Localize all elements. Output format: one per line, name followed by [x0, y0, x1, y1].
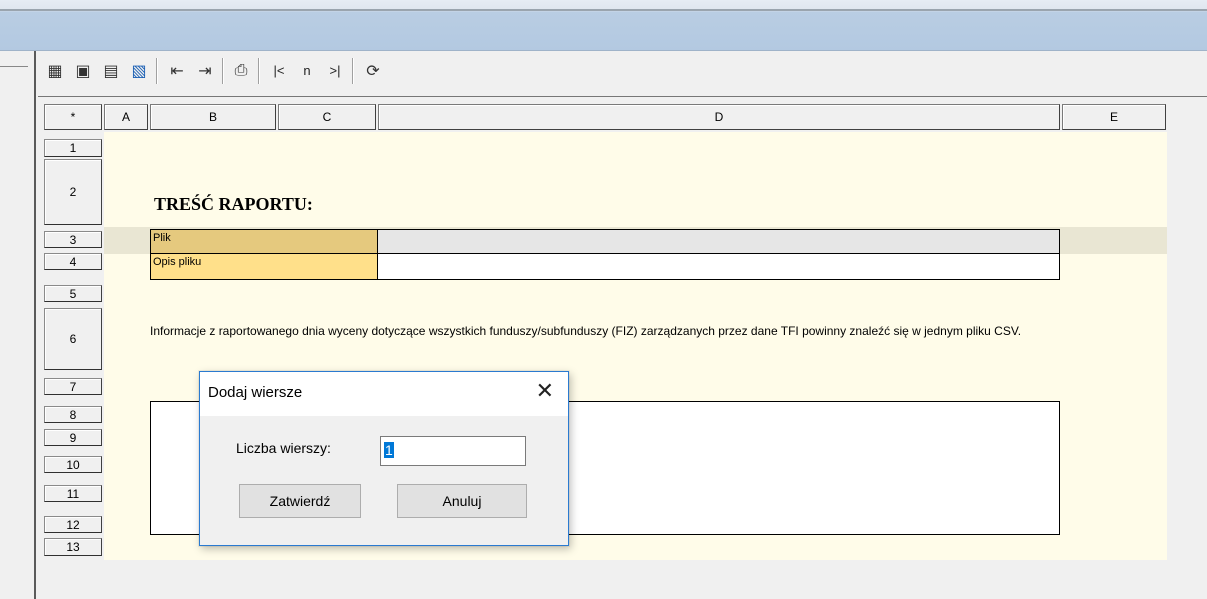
add-rows-dialog: Dodaj wiersze ✕ Liczba wierszy: 1 Zatwie…	[199, 371, 569, 546]
left-pane	[0, 51, 36, 599]
left-pane-tick	[0, 66, 28, 67]
toolbar: ▦ ▣ ▤ ▧ ⇤ ⇥ ⎙ |< n >| ⟳	[38, 54, 1207, 90]
table-icon[interactable]: ▦	[42, 57, 68, 83]
rows-count-value: 1	[384, 442, 394, 458]
file-desc-label-cell: Opis pliku	[150, 253, 378, 280]
row-header-13[interactable]: 13	[44, 538, 102, 556]
toolbar-separator	[352, 58, 354, 84]
window-title-bar	[0, 0, 1207, 51]
cancel-button[interactable]: Anuluj	[397, 484, 527, 518]
dialog-title: Dodaj wiersze	[208, 384, 303, 401]
column-header-d[interactable]: D	[378, 104, 1060, 130]
confirm-button[interactable]: Zatwierdź	[239, 484, 361, 518]
dialog-title-bar: Dodaj wiersze ✕	[200, 372, 568, 416]
report-title: TREŚĆ RAPORTU:	[154, 194, 313, 214]
column-header-b[interactable]: B	[150, 104, 276, 130]
file-input-cell[interactable]	[377, 229, 1060, 254]
row-header-11[interactable]: 11	[44, 485, 102, 502]
toolbar-separator	[156, 58, 158, 84]
sheet-top-border	[38, 96, 1207, 97]
print-icon[interactable]: ⎙	[228, 57, 254, 83]
row-header-9[interactable]: 9	[44, 429, 102, 446]
row-header-1[interactable]: 1	[44, 139, 102, 157]
attach-icon[interactable]: ▧	[126, 57, 152, 83]
nav-first-button[interactable]: |<	[266, 57, 292, 83]
row-header-8[interactable]: 8	[44, 406, 102, 423]
save-icon[interactable]: ▣	[70, 57, 96, 83]
column-header-a[interactable]: A	[104, 104, 148, 130]
close-icon[interactable]: ✕	[536, 379, 554, 404]
file-label-cell: Plik	[150, 229, 378, 254]
file-desc-input-cell[interactable]	[377, 253, 1060, 280]
indent-increase-icon[interactable]: ⇥	[192, 57, 218, 83]
toolbar-separator	[258, 58, 260, 84]
row-header-10[interactable]: 10	[44, 456, 102, 473]
row-header-6[interactable]: 6	[44, 308, 102, 370]
refresh-icon[interactable]: ⟳	[360, 57, 386, 83]
row-header-4[interactable]: 4	[44, 253, 102, 270]
row-header-7[interactable]: 7	[44, 378, 102, 395]
nav-last-button[interactable]: >|	[322, 57, 348, 83]
row-header-2[interactable]: 2	[44, 159, 102, 225]
row-header-12[interactable]: 12	[44, 516, 102, 533]
row-header-3[interactable]: 3	[44, 231, 102, 248]
save-as-icon[interactable]: ▤	[98, 57, 124, 83]
indent-decrease-icon[interactable]: ⇤	[164, 57, 190, 83]
toolbar-separator	[222, 58, 224, 84]
info-text: Informacje z raportowanego dnia wyceny d…	[150, 324, 1022, 338]
row-header-5[interactable]: 5	[44, 285, 102, 302]
nav-n-button[interactable]: n	[294, 57, 320, 83]
rows-count-label: Liczba wierszy:	[236, 440, 331, 456]
column-header-c[interactable]: C	[278, 104, 376, 130]
column-header-e[interactable]: E	[1062, 104, 1166, 130]
corner-header[interactable]: *	[44, 104, 102, 130]
title-bar-line	[0, 9, 1207, 11]
rows-count-input[interactable]: 1	[380, 436, 526, 466]
